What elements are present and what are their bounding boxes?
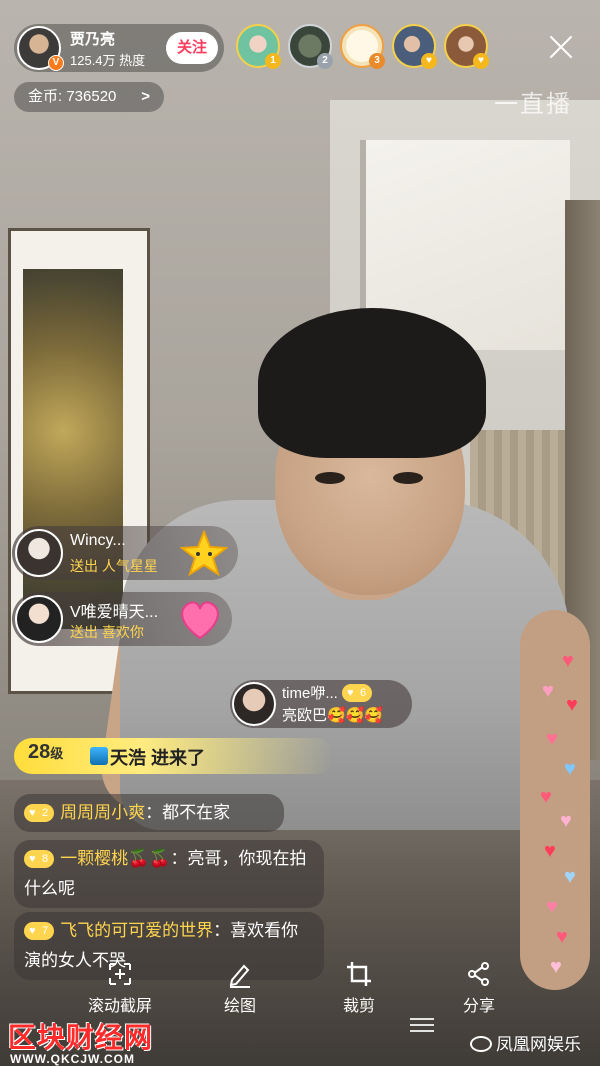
viewer-avatar[interactable]: ♥: [392, 24, 437, 69]
user-entry-notice: 28级 天浩 进来了: [14, 738, 334, 774]
share-icon: [434, 960, 524, 994]
viewer-heart-badge: ♥: [421, 53, 437, 69]
floating-comment-header: time咿... 6: [282, 682, 378, 703]
floating-hearts: ♥ ♥ ♥ ♥ ♥ ♥ ♥ ♥ ♥ ♥ ♥ ♥: [536, 650, 592, 990]
viewer-rank-badge: 1: [265, 53, 281, 69]
verified-badge-icon: V: [48, 55, 64, 71]
entry-level-unit: 级: [50, 746, 64, 761]
heart-gift-icon: [181, 601, 219, 640]
weibo-watermark: 凤凰网娱乐: [470, 1030, 581, 1055]
follow-button[interactable]: 关注: [166, 32, 218, 64]
heart-icon: ♥: [560, 810, 572, 832]
top-viewers-list: 1 2 3 ♥ ♥: [236, 24, 489, 72]
user-level-badge: 7: [24, 922, 55, 940]
coins-label: 金币: 736520: [28, 88, 117, 105]
user-level-badge: 6: [342, 684, 373, 702]
chat-username: 一颗樱桃🍒🍒: [60, 849, 171, 868]
coins-pill[interactable]: 金币: 736520 >: [14, 82, 164, 112]
gifter-avatar[interactable]: [15, 595, 63, 643]
pencil-icon: [195, 960, 285, 994]
menu-icon[interactable]: [410, 1014, 434, 1034]
heart-icon: ♥: [542, 680, 554, 702]
heart-icon: ♥: [564, 866, 576, 888]
heart-icon: ♥: [564, 758, 576, 780]
scroll-screenshot-button[interactable]: 滚动截屏: [75, 960, 165, 1020]
host-heat: 125.4万 热度: [70, 53, 146, 68]
user-level-badge: 2: [24, 804, 55, 822]
gifter-name: Wincy...: [70, 532, 126, 549]
entry-level-number: 28: [28, 741, 51, 763]
tool-label: 分享: [462, 998, 495, 1015]
gift-banner: V唯爱晴天... 送出 喜欢你: [12, 592, 232, 646]
heart-icon: ♥: [546, 896, 558, 918]
streamer-eye: [393, 472, 423, 484]
user-badge-icon: [90, 747, 108, 765]
weibo-watermark-text: 凤凰网娱乐: [496, 1035, 581, 1054]
watermark-url: WWW.QKCJW.COM: [10, 1052, 135, 1066]
heart-icon: ♥: [540, 786, 552, 808]
commenter-name: time咿...: [282, 685, 338, 702]
app-watermark: 一直播: [494, 91, 572, 118]
viewer-avatar[interactable]: 1: [236, 24, 281, 69]
streamer-hair: [258, 308, 486, 458]
chat-message: 2 周周周小爽：都不在家: [14, 794, 284, 832]
chat-username: 周周周小爽: [60, 803, 146, 822]
scroll-screenshot-icon: [75, 960, 165, 994]
chat-text: ：都不在家: [145, 803, 231, 822]
gift-banner: Wincy... 送出 人气星星: [12, 526, 238, 580]
close-icon[interactable]: [546, 32, 576, 62]
chat-username: 飞飞的可可爱的世界: [60, 921, 214, 940]
tool-label: 裁剪: [342, 998, 375, 1015]
heart-icon: ♥: [546, 728, 558, 750]
viewer-avatar[interactable]: 3: [340, 24, 385, 69]
viewer-avatar[interactable]: ♥: [444, 24, 489, 69]
crop-icon: [314, 960, 404, 994]
chat-message: 8一颗樱桃🍒🍒：亮哥，你现在拍什么呢: [14, 840, 324, 908]
gift-sent-text: 送出 人气星星: [70, 558, 158, 574]
gifter-avatar[interactable]: [15, 529, 63, 577]
floating-comment: time咿... 6 亮欧巴🥰🥰🥰: [230, 680, 412, 728]
gifter-name: V唯爱晴天...: [70, 604, 159, 621]
streamer-eye: [315, 472, 345, 484]
heart-icon: ♥: [544, 840, 556, 862]
star-gift-icon: [180, 530, 228, 576]
tool-label: 绘图: [223, 998, 256, 1015]
viewer-rank-badge: 3: [369, 53, 385, 69]
weibo-icon: [470, 1036, 492, 1052]
heart-icon: ♥: [562, 650, 574, 672]
entry-level: 28级: [28, 741, 63, 764]
heart-icon: ♥: [566, 694, 578, 716]
share-button[interactable]: 分享: [434, 960, 524, 1020]
viewer-rank-badge: 2: [317, 53, 333, 69]
floating-comment-text: 亮欧巴🥰🥰🥰: [282, 707, 384, 724]
viewer-avatar[interactable]: 2: [288, 24, 333, 69]
host-info-pill[interactable]: V 贾乃亮 125.4万 热度 关注: [14, 24, 224, 72]
site-watermark: 区块财经网 WWW.QKCJW.COM: [0, 1012, 190, 1066]
gift-sent-text: 送出 喜欢你: [70, 624, 144, 640]
crop-button[interactable]: 裁剪: [314, 960, 404, 1020]
heart-icon: ♥: [556, 926, 568, 948]
user-level-badge: 8: [24, 850, 55, 868]
draw-button[interactable]: 绘图: [195, 960, 285, 1020]
chevron-right-icon: >: [141, 88, 150, 105]
watermark-title: 区块财经网: [8, 1022, 154, 1053]
entry-text: 天浩 进来了: [110, 748, 206, 768]
commenter-avatar[interactable]: [232, 682, 276, 726]
host-name: 贾乃亮: [70, 31, 116, 48]
viewer-heart-badge: ♥: [473, 53, 489, 69]
